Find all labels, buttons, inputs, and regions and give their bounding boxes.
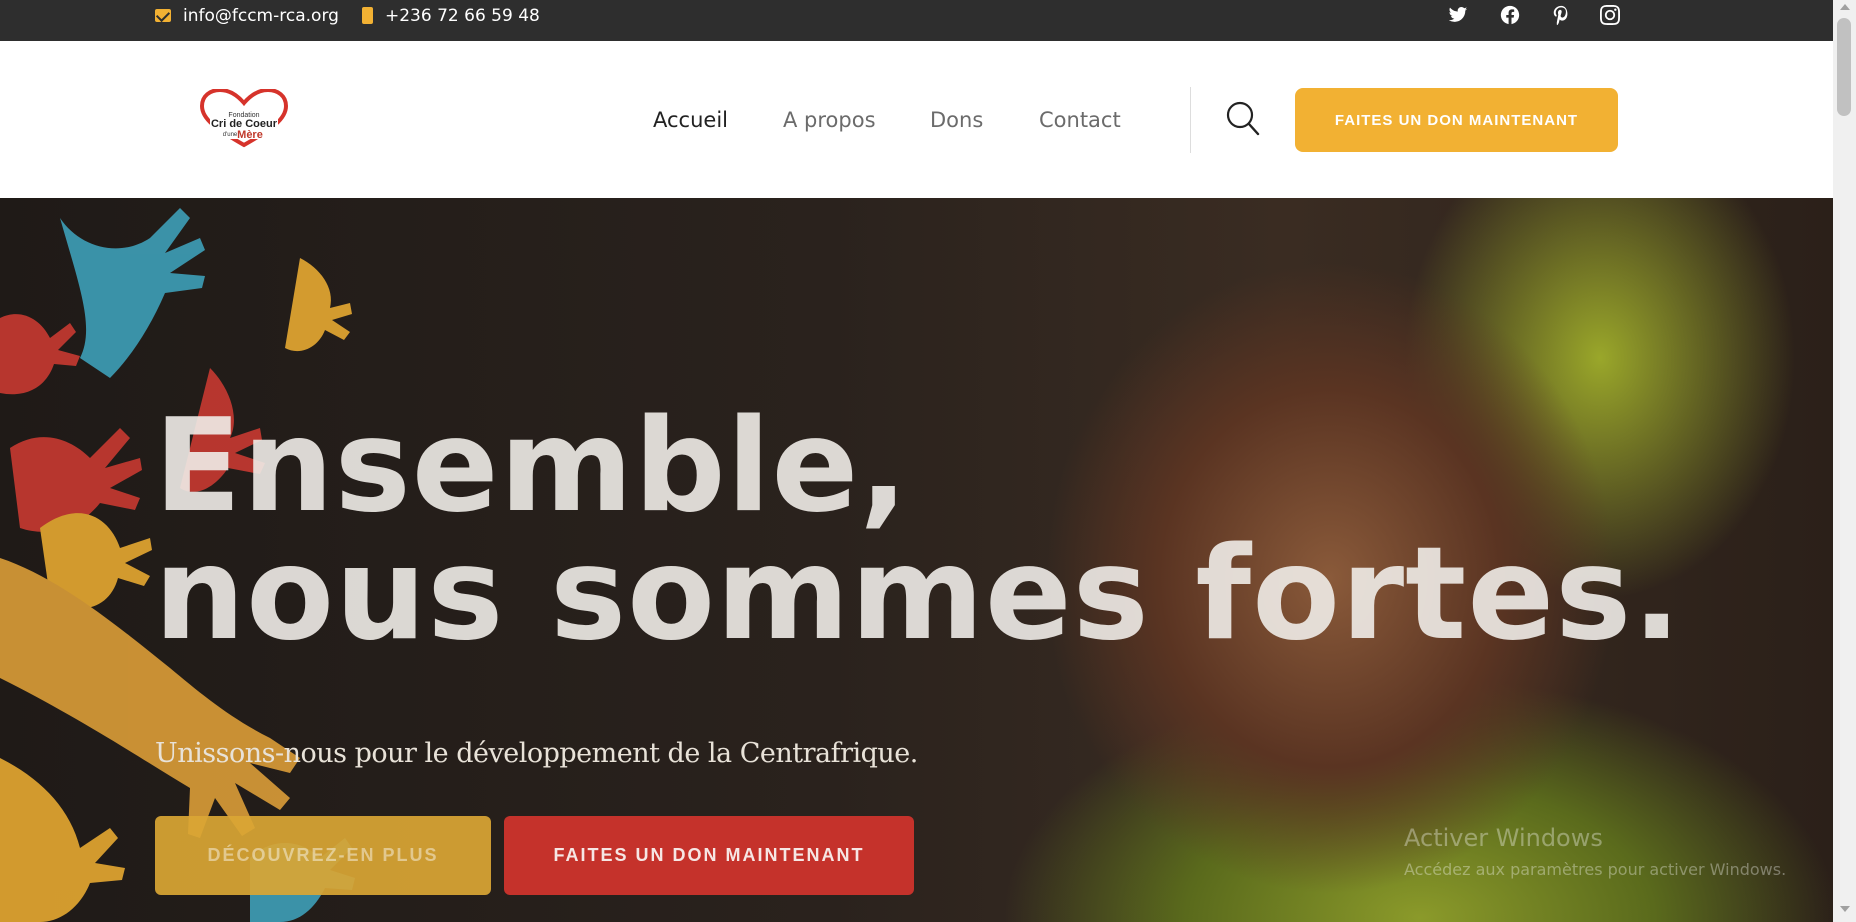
- scroll-up-arrow-icon[interactable]: [1840, 4, 1850, 10]
- hero-section: Ensemble, nous sommes fortes. Unissons-n…: [0, 198, 1833, 922]
- phone-contact[interactable]: +236 72 66 59 48: [362, 0, 540, 31]
- email-contact[interactable]: info@fccm-rca.org: [155, 0, 339, 31]
- envelope-icon: [155, 9, 171, 22]
- nav-dons[interactable]: Dons: [930, 41, 983, 198]
- nav-home[interactable]: Accueil: [653, 41, 728, 198]
- facebook-icon[interactable]: [1500, 0, 1520, 30]
- twitter-icon[interactable]: [1448, 0, 1468, 30]
- hero-title-line2: nous sommes fortes.: [154, 520, 1682, 669]
- nav-about[interactable]: A propos: [783, 41, 876, 198]
- watermark-title: Activer Windows: [1404, 824, 1603, 852]
- svg-text:Mère: Mère: [237, 129, 263, 141]
- watermark-subtitle: Accédez aux paramètres pour activer Wind…: [1404, 860, 1787, 879]
- hero-title: Ensemble, nous sommes fortes.: [154, 403, 1682, 659]
- svg-text:d'une: d'une: [223, 132, 238, 138]
- donate-now-button[interactable]: FAITES UN DON MAINTENANT: [1295, 88, 1618, 152]
- site-header: Fondation Cri de Coeur d'une Mère Accuei…: [0, 41, 1833, 198]
- windows-activation-watermark: Activer Windows Accédez aux paramètres p…: [1404, 824, 1786, 879]
- scroll-thumb[interactable]: [1837, 18, 1851, 116]
- top-bar: info@fccm-rca.org +236 72 66 59 48: [0, 0, 1833, 41]
- pinterest-icon[interactable]: [1551, 0, 1571, 30]
- phone-text[interactable]: +236 72 66 59 48: [385, 6, 540, 26]
- email-text[interactable]: info@fccm-rca.org: [183, 6, 339, 26]
- site-logo[interactable]: Fondation Cri de Coeur d'une Mère: [196, 87, 292, 151]
- page-scrollbar[interactable]: [1833, 0, 1856, 922]
- hero-subtitle: Unissons-nous pour le développement de l…: [155, 738, 918, 769]
- hero-title-line1: Ensemble,: [154, 392, 909, 541]
- search-icon[interactable]: [1226, 101, 1260, 137]
- scroll-down-arrow-icon[interactable]: [1840, 906, 1850, 912]
- header-divider: [1190, 87, 1191, 153]
- hero-donate-button[interactable]: FAITES UN DON MAINTENANT: [504, 816, 914, 895]
- instagram-icon[interactable]: [1600, 0, 1620, 30]
- nav-contact[interactable]: Contact: [1039, 41, 1121, 198]
- learn-more-button[interactable]: DÉCOUVREZ-EN PLUS: [155, 816, 491, 895]
- phone-icon: [362, 7, 373, 24]
